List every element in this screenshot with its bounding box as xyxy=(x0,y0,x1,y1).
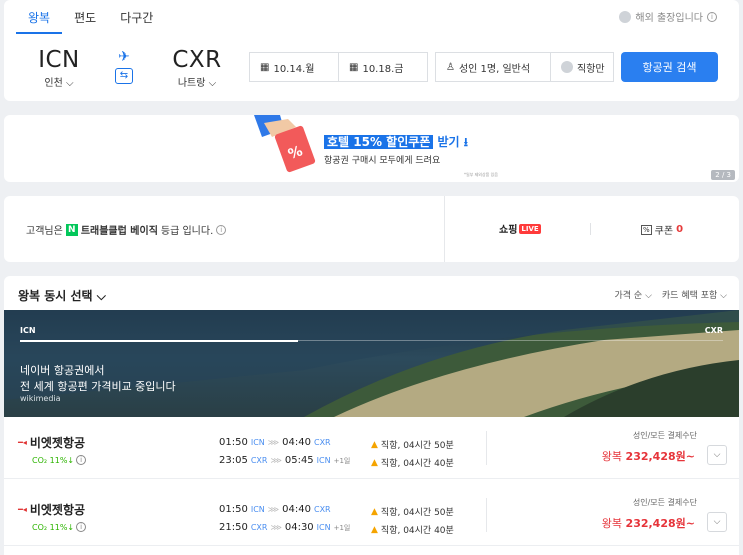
search-panel: 왕복 편도 다구간 해외 출장입니다 i ICN 인천 ⌵ ✈ ⇆ CXR 나트… xyxy=(4,0,739,101)
membership-panel: 고객님은 N 트래블클럽 베이직 등급 입니다. i 쇼핑 LIVE % 쿠폰 0 xyxy=(4,196,739,262)
coupon-hand-icon: % xyxy=(254,115,316,173)
depart-date: 10.14.월 xyxy=(273,63,315,75)
swap-button[interactable]: ⇆ xyxy=(115,68,133,84)
passenger-field[interactable]: ♙ 성인 1명, 일반석 xyxy=(435,52,551,82)
co2-info: CO₂ 11%↓ i xyxy=(32,522,87,532)
vietjet-logo-icon: ━◂ xyxy=(18,438,27,447)
business-trip-toggle[interactable]: 해외 출장입니다 i xyxy=(619,9,717,24)
destination-airport[interactable]: CXR 나트랑 ⌵ xyxy=(167,47,227,89)
fare-condition: 성인/모든 결제수단 xyxy=(632,431,697,440)
destination-code: CXR xyxy=(172,47,222,73)
flight-row[interactable]: ━◂ 비엣젯항공 CO₂ 11%↓ i 01:50 ICN ⋙ 04:40 CXR … xyxy=(4,417,739,479)
price: 왕복 232,428원~ xyxy=(601,517,695,530)
return-date: 10.18.금 xyxy=(362,63,404,75)
sort-options: 가격 순 ⌵ 카드 혜택 포함 ⌵ xyxy=(615,288,727,301)
coupon-count: 0 xyxy=(676,224,684,235)
business-trip-label: 해외 출장입니다 xyxy=(635,13,703,24)
loading-progress xyxy=(20,340,298,342)
tab-round-trip[interactable]: 왕복 xyxy=(16,0,63,34)
loading-track xyxy=(298,340,723,341)
warning-icon: ▲ xyxy=(371,506,378,517)
destination-city: 나트랑 ⌵ xyxy=(177,78,217,89)
beach-photo xyxy=(4,310,739,417)
results-panel: 왕복 동시 선택 ⌵ 가격 순 ⌵ 카드 혜택 포함 ⌵ ICN CXR 네이버… xyxy=(4,276,739,555)
co2-info: CO₂ 11%↓ i xyxy=(32,455,87,465)
shopping-live-link[interactable]: 쇼핑 LIVE xyxy=(499,221,541,236)
promo-banner[interactable]: % 호텔 15% 할인쿠폰 받기 ⭳ 항공권 구매시 모두에게 드려요 *일부 … xyxy=(4,115,739,182)
direct-only-label: 직항만 xyxy=(577,63,605,75)
tab-multi-city[interactable]: 다구간 xyxy=(108,0,165,34)
return-duration: ▲ 직항, 04시간 40분 xyxy=(371,524,454,537)
origin-city: 인천 ⌵ xyxy=(44,78,74,89)
outbound-duration: ▲ 직항, 04시간 50분 xyxy=(371,506,454,519)
origin-airport[interactable]: ICN 인천 ⌵ xyxy=(29,47,89,89)
outbound-duration: ▲ 직항, 04시간 50분 xyxy=(371,439,454,452)
live-badge: LIVE xyxy=(519,223,541,234)
chevron-down-icon: ⌵ xyxy=(713,517,721,527)
banner-pager: 2 / 3 xyxy=(711,170,735,180)
arrow-icon: ⋙ xyxy=(267,438,280,447)
card-benefit-dropdown[interactable]: 카드 혜택 포함 ⌵ xyxy=(662,288,727,301)
person-icon: ♙ xyxy=(446,61,455,73)
warning-icon: ▲ xyxy=(371,524,378,535)
trip-type-tabs: 왕복 편도 다구간 xyxy=(16,0,165,34)
info-icon[interactable]: i xyxy=(707,11,717,22)
promo-fineprint: *일부 제외상품 있음 xyxy=(464,172,498,177)
membership-grade: 트래블클럽 베이직 xyxy=(80,226,158,237)
airplane-icon: ✈ xyxy=(118,49,130,65)
coupon-link[interactable]: % 쿠폰 0 xyxy=(641,222,683,237)
info-icon[interactable]: i xyxy=(216,224,227,235)
check-circle-icon xyxy=(561,61,573,73)
calendar-icon: ▦ xyxy=(349,61,359,73)
round-trip-select-toggle[interactable]: 왕복 동시 선택 ⌵ xyxy=(18,287,106,304)
warning-icon: ▲ xyxy=(371,439,378,450)
arrow-icon: ⋙ xyxy=(270,456,282,465)
passenger-text: 성인 1명, 일반석 xyxy=(458,63,531,75)
vietjet-logo-icon: ━◂ xyxy=(18,505,27,514)
info-icon[interactable]: i xyxy=(76,522,87,532)
check-circle-icon xyxy=(619,10,632,23)
price: 왕복 232,428원~ xyxy=(601,450,695,463)
return-date-field[interactable]: ▦ 10.18.금 xyxy=(338,52,428,82)
divider xyxy=(486,498,487,532)
origin-code: ICN xyxy=(38,47,80,73)
promo-subtitle: 항공권 구매시 모두에게 드려요 xyxy=(324,156,441,166)
outbound-times: 01:50 ICN ⋙ 04:40 CXR xyxy=(219,504,331,515)
return-times: 23:05 CXR ⋙ 05:45 ICN +1일 xyxy=(219,455,351,466)
expand-button[interactable]: ⌵ xyxy=(707,445,727,465)
divider xyxy=(486,431,487,465)
return-times: 21:50 CXR ⋙ 04:30 ICN +1일 xyxy=(219,522,351,533)
coupon-icon: % xyxy=(641,224,652,235)
hero-text-1: 네이버 항공권에서 xyxy=(20,364,105,377)
flight-row[interactable]: ━◂ 비엣젯항공 CO₂ 11%↓ i 01:50 ICN ⋙ 04:40 CXR … xyxy=(4,484,739,546)
search-flights-button[interactable]: 항공권 검색 xyxy=(621,52,718,82)
outbound-times: 01:50 ICN ⋙ 04:40 CXR xyxy=(219,437,331,448)
direct-only-toggle[interactable]: 직항만 xyxy=(550,52,614,82)
fare-condition: 성인/모든 결제수단 xyxy=(632,498,697,507)
expand-button[interactable]: ⌵ xyxy=(707,512,727,532)
hero-destination: CXR xyxy=(704,326,723,335)
arrow-icon: ⋙ xyxy=(270,523,282,532)
airline-name: ━◂ 비엣젯항공 xyxy=(18,436,86,450)
membership-status: 고객님은 N 트래블클럽 베이직 등급 입니다. i xyxy=(26,222,227,237)
chevron-down-icon: ⌵ xyxy=(713,450,721,460)
loading-hero-banner: ICN CXR 네이버 항공권에서 전 세계 항공편 가격비교 중입니다 wik… xyxy=(4,310,739,417)
naver-badge-icon: N xyxy=(65,223,78,236)
warning-icon: ▲ xyxy=(371,457,378,468)
hero-origin: ICN xyxy=(20,326,36,335)
hero-text-2: 전 세계 항공편 가격비교 중입니다 xyxy=(20,380,176,393)
depart-date-field[interactable]: ▦ 10.14.월 xyxy=(249,52,339,82)
tab-one-way[interactable]: 편도 xyxy=(62,0,108,34)
info-icon[interactable]: i xyxy=(76,455,87,465)
promo-headline: 호텔 15% 할인쿠폰 받기 ⭳ xyxy=(324,133,468,154)
swap-airports: ✈ ⇆ xyxy=(113,50,135,84)
sort-dropdown[interactable]: 가격 순 ⌵ xyxy=(615,288,652,301)
divider xyxy=(590,223,591,235)
arrow-icon: ⋙ xyxy=(267,505,280,514)
calendar-icon: ▦ xyxy=(260,61,270,73)
airline-name: ━◂ 비엣젯항공 xyxy=(18,503,86,517)
divider xyxy=(444,196,445,262)
return-duration: ▲ 직항, 04시간 40분 xyxy=(371,457,454,470)
hero-credit: wikimedia xyxy=(20,394,61,403)
